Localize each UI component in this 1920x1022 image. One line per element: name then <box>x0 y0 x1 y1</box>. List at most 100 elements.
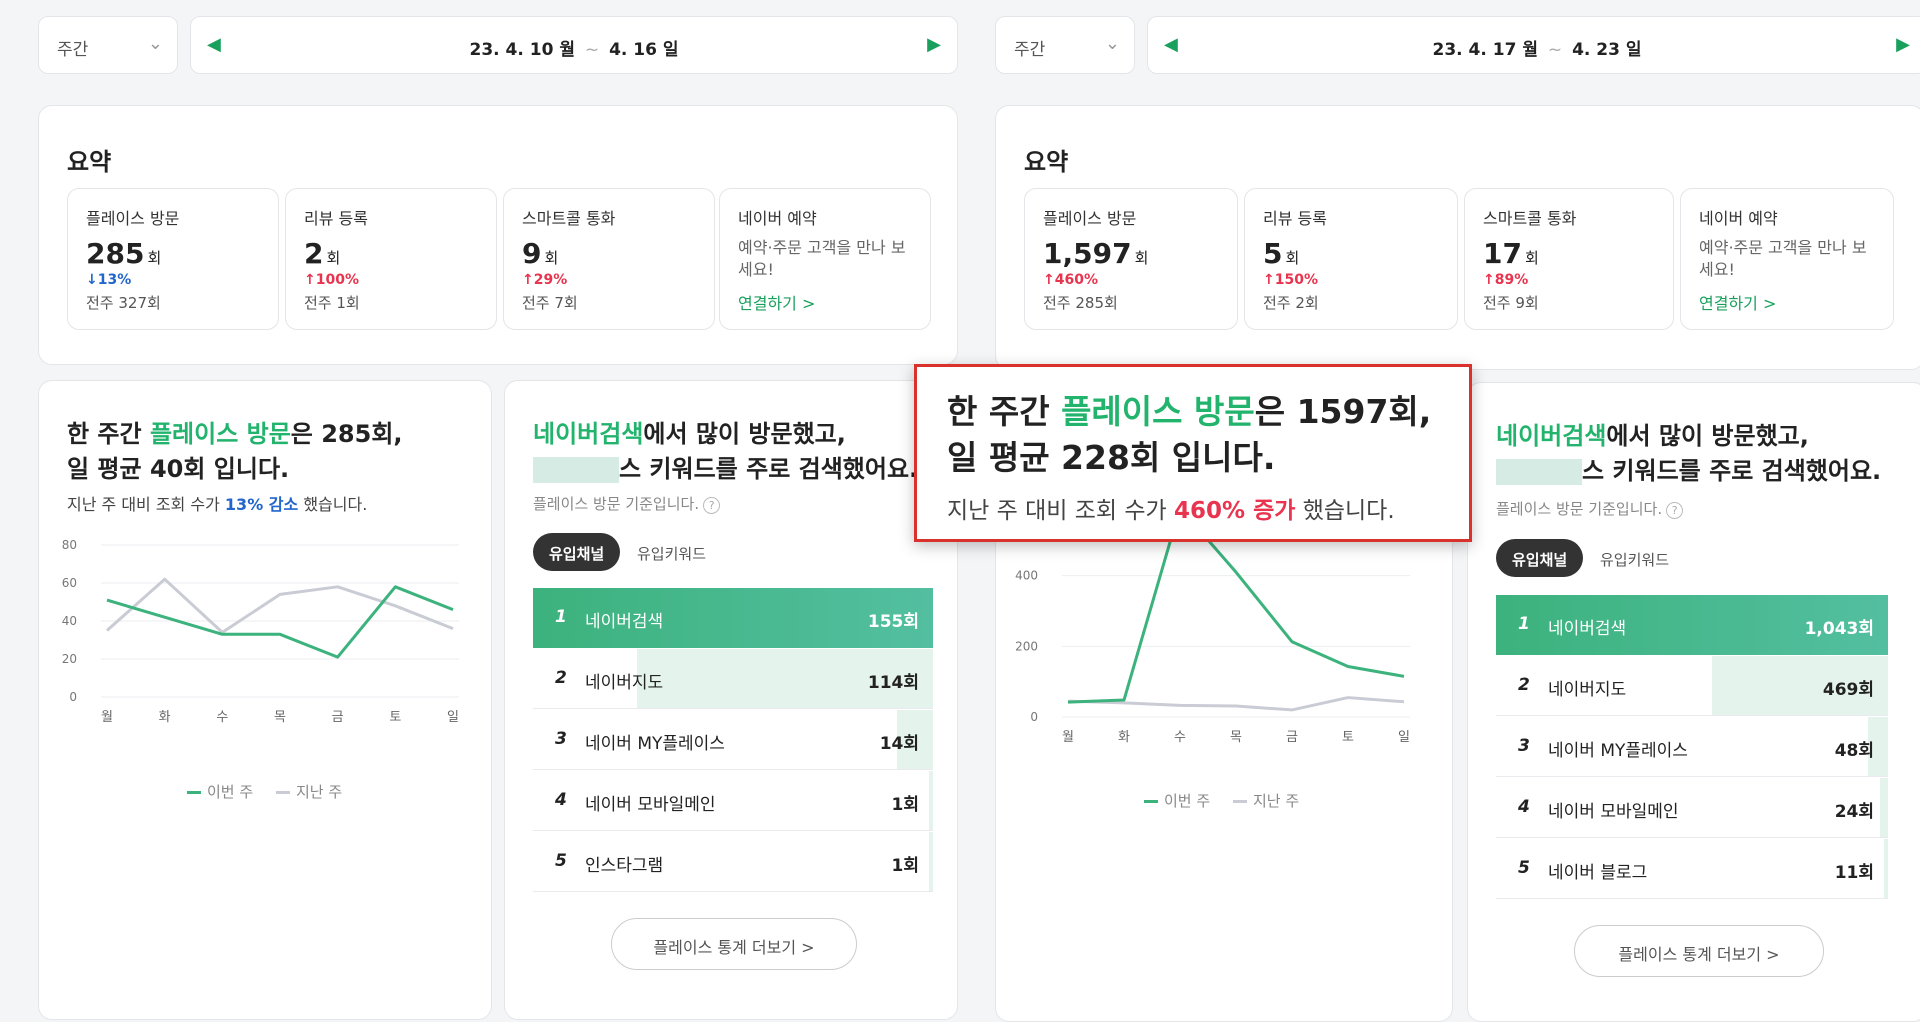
rank-share-bar <box>929 771 933 830</box>
callout-sub-text: 했습니다. <box>1295 498 1395 524</box>
rank-row: 2 네이버지도 469회 <box>1496 656 1888 716</box>
next-week-arrow-icon[interactable]: ▶ <box>1896 34 1910 55</box>
legend-label: 지난 주 <box>295 783 343 801</box>
stat-label: 플레이스 방문 <box>86 209 180 228</box>
rank-name: 네이버 모바일메인 <box>585 795 716 815</box>
headline-text: 은 285회, <box>290 420 403 448</box>
rank-row: 3 네이버 MY플레이스 48회 <box>1496 717 1888 777</box>
rank-name: 네이버 MY플레이스 <box>1548 741 1688 761</box>
note-text: 플레이스 방문 기준입니다. <box>533 495 700 513</box>
summary-title: 요약 <box>67 148 112 176</box>
rank-row: 4 네이버 모바일메인 24회 <box>1496 778 1888 838</box>
blurred-keyword <box>1496 458 1582 485</box>
stat-change: ↑100% <box>304 272 359 288</box>
stat-change: ↓13% <box>86 272 132 288</box>
stat-prev: 전주 1회 <box>304 294 360 312</box>
rank-count: 1회 <box>891 856 919 876</box>
stat-change: ↑89% <box>1483 272 1529 288</box>
rank-row: 3 네이버 MY플레이스 14회 <box>533 710 933 770</box>
stat-review[interactable]: 리뷰 등록 2회 ↑100% 전주 1회 <box>285 188 497 330</box>
inflow-headline: 네이버검색에서 많이 방문했고, 스 키워드를 주로 검색했어요. <box>533 417 918 487</box>
date-separator: ~ <box>584 40 600 60</box>
rank-rank: 3 <box>1518 736 1530 756</box>
tab-inflow-keyword[interactable]: 유입키워드 <box>621 533 722 571</box>
place-stats-more-button[interactable]: 플레이스 통계 더보기 > <box>611 918 857 970</box>
chart-legend: 이번 주 지난 주 <box>187 781 360 802</box>
stat-prev: 전주 327회 <box>86 294 161 312</box>
tab-inflow-channel[interactable]: 유입채널 <box>1496 539 1584 577</box>
place-stats-more-button[interactable]: 플레이스 통계 더보기 > <box>1574 925 1824 977</box>
y-tick-label: 60 <box>62 576 77 590</box>
x-tick-label: 토 <box>389 710 401 725</box>
x-tick-label: 금 <box>332 710 344 725</box>
stat-place-visit[interactable]: 플레이스 방문 285 회 ↓13% 전주 327회 <box>67 188 279 330</box>
rank-count: 24회 <box>1834 802 1874 822</box>
callout-text: 일 평균 228회 입니다. <box>947 438 1276 478</box>
connect-link[interactable]: 연결하기 > <box>1699 290 1875 314</box>
headline-text: 스 키워드를 주로 검색했어요. <box>619 454 919 483</box>
next-week-arrow-icon[interactable]: ▶ <box>927 34 941 55</box>
chevron-down-icon: ⌄ <box>147 33 163 54</box>
subline-change: 13% 감소 <box>224 495 299 514</box>
tab-inflow-channel[interactable]: 유입채널 <box>533 533 621 571</box>
stat-prev: 전주 7회 <box>522 294 578 312</box>
x-tick-label: 수 <box>1174 730 1186 745</box>
legend-label: 이번 주 <box>1164 792 1211 810</box>
stat-naver-booking: 네이버 예약 예약·주문 고객을 만나 보세요! 연결하기 > <box>1680 188 1894 330</box>
inflow-note: 플레이스 방문 기준입니다.? <box>533 493 721 514</box>
rank-rank: 1 <box>1518 614 1530 634</box>
headline-highlight: 네이버검색 <box>1496 422 1607 450</box>
stat-label: 스마트콜 통화 <box>1483 209 1577 228</box>
stat-label: 리뷰 등록 <box>304 209 368 228</box>
period-select[interactable]: 주간 ⌄ <box>995 16 1135 74</box>
callout-highlight: 플레이스 방문 <box>1061 392 1255 431</box>
help-icon[interactable]: ? <box>703 497 721 514</box>
stat-prev: 전주 2회 <box>1263 294 1319 312</box>
stat-review[interactable]: 리뷰 등록 5회 ↑150% 전주 2회 <box>1244 188 1458 330</box>
stat-place-visit[interactable]: 플레이스 방문 1,597 회 ↑460% 전주 285회 <box>1024 188 1238 330</box>
x-tick-label: 화 <box>1118 730 1130 745</box>
period-select[interactable]: 주간 ⌄ <box>38 16 178 74</box>
tab-inflow-keyword[interactable]: 유입키워드 <box>1584 539 1685 577</box>
rank-row: 1 네이버검색 155회 <box>533 588 933 648</box>
stat-value: 285 <box>86 237 145 270</box>
date-start: 23. 4. 10 월 <box>469 40 575 60</box>
stat-change: ↑150% <box>1263 272 1318 288</box>
headline-highlight: 네이버검색 <box>533 420 644 448</box>
date-navigator: ◀ 23. 4. 17 월 ~ 4. 23 일 ▶ <box>1147 16 1920 74</box>
stat-smartcall[interactable]: 스마트콜 통화 17 회 ↑89% 전주 9회 <box>1464 188 1674 330</box>
rank-count: 11회 <box>1834 863 1874 883</box>
visits-subline: 지난 주 대비 조회 수가 13% 감소 했습니다. <box>67 491 367 515</box>
rank-rank: 4 <box>1518 797 1530 817</box>
rank-row: 4 네이버 모바일메인 1회 <box>533 771 933 831</box>
rank-count: 48회 <box>1834 741 1874 761</box>
series-line-this-week <box>106 585 454 659</box>
x-tick-label: 화 <box>159 710 171 725</box>
inflow-headline: 네이버검색에서 많이 방문했고, 스 키워드를 주로 검색했어요. <box>1496 419 1881 489</box>
legend-label: 이번 주 <box>207 783 254 801</box>
rank-count: 469회 <box>1822 680 1874 700</box>
stat-label: 스마트콜 통화 <box>522 209 616 228</box>
summary-title: 요약 <box>1024 148 1069 176</box>
x-tick-label: 목 <box>1230 730 1242 745</box>
connect-link[interactable]: 연결하기 > <box>738 290 912 314</box>
legend-label: 지난 주 <box>1252 792 1300 810</box>
rank-count: 1회 <box>891 795 919 815</box>
rank-count: 155회 <box>867 612 919 632</box>
rank-name: 네이버지도 <box>1548 680 1627 700</box>
inflow-card: 네이버검색에서 많이 방문했고, 스 키워드를 주로 검색했어요. 플레이스 방… <box>504 380 958 1020</box>
rank-rank: 5 <box>1518 858 1530 878</box>
legend-swatch <box>1232 800 1247 803</box>
x-tick-label: 목 <box>274 710 286 725</box>
callout-text: 한 주간 <box>947 392 1062 431</box>
date-end: 4. 23 일 <box>1572 40 1642 60</box>
legend-last-week: 지난 주 <box>275 783 343 801</box>
y-tick-label: 80 <box>62 538 77 552</box>
help-icon[interactable]: ? <box>1666 502 1684 519</box>
x-tick-label: 월 <box>1062 730 1074 745</box>
stat-smartcall[interactable]: 스마트콜 통화 9회 ↑29% 전주 7회 <box>503 188 715 330</box>
stat-unit: 회 <box>147 249 162 267</box>
rank-share-bar <box>1884 839 1888 898</box>
headline-highlight: 플레이스 방문 <box>149 420 291 448</box>
stat-value: 9 <box>522 237 542 270</box>
